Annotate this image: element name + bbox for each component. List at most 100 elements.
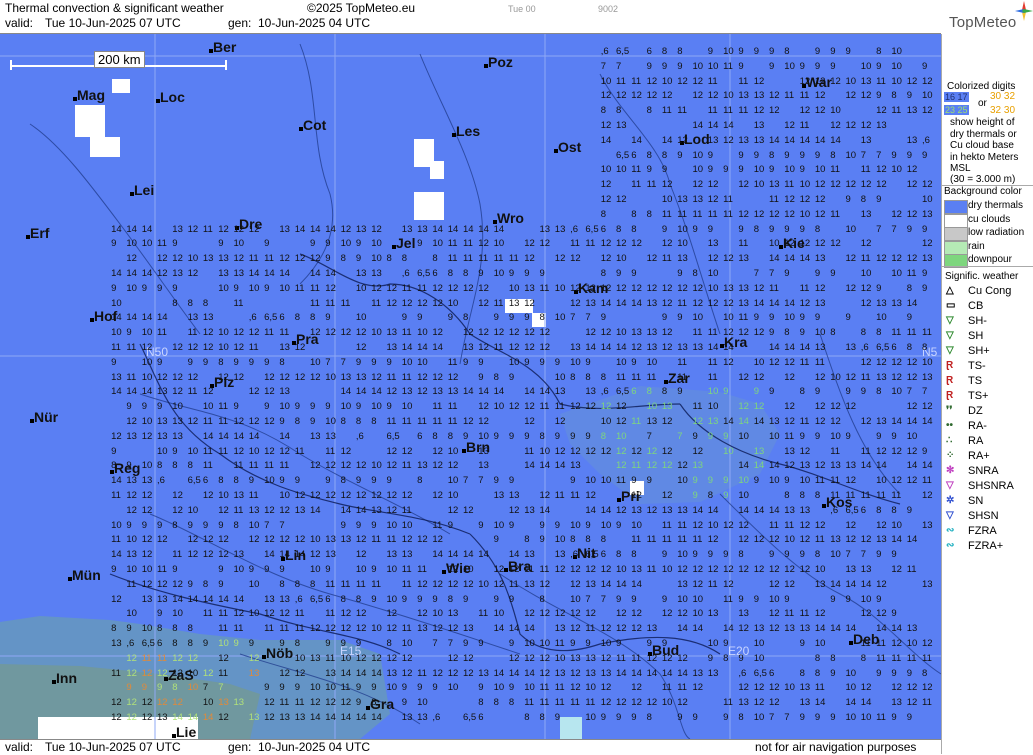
thermal-value: 7 xyxy=(585,593,591,605)
thermal-value: 10 xyxy=(738,490,749,501)
thermal-value: 12 xyxy=(248,652,260,664)
thermal-value: 11 xyxy=(401,623,412,635)
thermal-value: 7 xyxy=(616,60,622,72)
thermal-value: 14 xyxy=(830,623,841,635)
thermal-value: 11 xyxy=(447,253,458,265)
thermal-value: 8 xyxy=(860,327,867,339)
thermal-value: 11 xyxy=(432,416,443,427)
thermal-value: 8 xyxy=(371,697,377,709)
thermal-value: ,6 xyxy=(738,667,747,679)
thermal-value: 13 xyxy=(279,712,290,723)
thermal-value: 9 xyxy=(830,712,836,723)
thermal-value: 11 xyxy=(661,105,672,117)
thermal-value: 14 xyxy=(325,268,336,279)
thermal-value: ,6 xyxy=(432,712,441,723)
thermal-value: 13 xyxy=(233,549,245,561)
thermal-value: 9 xyxy=(447,519,453,531)
thermal-value: 14 xyxy=(769,134,780,146)
thermal-value: 9 xyxy=(371,475,377,487)
weather-symbol-label: SH+ xyxy=(968,345,990,357)
thermal-value: 12 xyxy=(585,445,596,457)
thermal-value: 13 xyxy=(310,652,321,664)
thermal-value: 12 xyxy=(814,416,826,427)
thermal-value: 14 xyxy=(860,578,872,590)
thermal-value: 10 xyxy=(570,593,581,605)
thermal-value: 9 xyxy=(157,608,163,620)
thermal-value: 12 xyxy=(310,697,321,709)
thermal-value: 13 xyxy=(631,327,642,339)
thermal-value: 10 xyxy=(248,578,260,590)
thermal-value: 8 xyxy=(202,578,209,590)
thermal-value: 13 xyxy=(126,430,137,442)
thermal-value: 8 xyxy=(600,430,606,442)
thermal-value: 8 xyxy=(830,149,836,161)
thermal-value: 12 xyxy=(677,608,688,620)
thermal-value: 11 xyxy=(677,297,688,309)
thermal-value: 8 xyxy=(371,416,377,427)
thermal-value: 12 xyxy=(371,652,382,664)
thermal-value: 10 xyxy=(126,238,137,250)
thermal-value: 10 xyxy=(172,608,183,620)
thermal-value: 9 xyxy=(922,223,928,235)
thermal-value: 14 xyxy=(799,134,811,146)
thermal-value: 9 xyxy=(906,149,912,161)
thermal-value: 10 xyxy=(891,60,902,72)
thermal-value: 12 xyxy=(539,238,551,250)
thermal-value: 14 xyxy=(784,253,795,265)
thermal-value: 14 xyxy=(539,460,551,472)
topmeteo-logo[interactable]: TopMeteo xyxy=(942,0,1033,33)
thermal-value: 11 xyxy=(248,460,259,472)
thermal-value: 10 xyxy=(371,238,382,250)
city-label: Loc xyxy=(160,89,185,105)
thermal-value: 13 xyxy=(799,697,811,709)
thermal-value: ,6 xyxy=(570,223,579,235)
thermal-value: 9 xyxy=(769,327,775,339)
weather-symbol-icon: ∾ xyxy=(946,540,955,551)
thermal-value: 12 xyxy=(432,327,443,339)
weather-symbol-icon: ▭ xyxy=(946,300,956,311)
thermal-value: 12 xyxy=(784,416,795,427)
thermal-value: 9 xyxy=(218,238,224,250)
thermal-value: 12 xyxy=(876,445,887,457)
thermal-value: 10 xyxy=(279,490,290,501)
thermal-value: 10 xyxy=(279,282,290,294)
thermal-value: 14 xyxy=(631,578,642,590)
thermal-value: 12 xyxy=(784,460,795,472)
thermal-value: 12 xyxy=(570,297,581,309)
thermal-value: 12 xyxy=(891,564,902,575)
thermal-value: 14 xyxy=(539,504,551,516)
thermal-value: 12 xyxy=(126,652,137,664)
thermal-value: 12 xyxy=(539,578,551,590)
weather-map[interactable]: 200 km N50 N5 E15 E20 Ber Poz War Mag Loc Cot… xyxy=(0,34,941,739)
thermal-value: 12 xyxy=(906,371,918,383)
thermal-value: 9 xyxy=(310,401,316,413)
thermal-value: 12 xyxy=(738,682,749,694)
thermal-value: 8 xyxy=(769,149,775,161)
thermal-value: 9 xyxy=(508,475,515,487)
thermal-value: 14 xyxy=(371,667,382,679)
thermal-value: 10 xyxy=(478,578,489,590)
thermal-value: 11 xyxy=(631,460,642,472)
legend-swatch xyxy=(944,227,968,241)
thermal-value: 12 xyxy=(172,652,183,664)
thermal-value: 12 xyxy=(310,623,321,635)
thermal-value: 11 xyxy=(677,682,688,694)
thermal-value: 10 xyxy=(508,356,520,368)
thermal-value: 11 xyxy=(906,268,917,279)
thermal-value: 12 xyxy=(707,179,719,191)
thermal-value: 12 xyxy=(799,238,811,250)
thermal-value: 9 xyxy=(463,593,469,605)
thermal-value: 9 xyxy=(769,386,775,398)
city-label: Lie xyxy=(176,724,197,739)
legend-swatch xyxy=(944,240,968,255)
thermal-value: 10 xyxy=(784,60,795,72)
thermal-value: 13 xyxy=(600,667,612,679)
thermal-value: 13 xyxy=(677,504,688,516)
thermal-value: 8 xyxy=(906,342,912,353)
thermal-value: 12 xyxy=(616,608,627,620)
thermal-value: 12 xyxy=(646,445,658,457)
thermal-value: 12 xyxy=(769,564,780,575)
thermal-value: 10 xyxy=(753,356,765,368)
weather-symbol-label: SHSN xyxy=(968,510,999,522)
thermal-value: 11 xyxy=(294,282,305,294)
